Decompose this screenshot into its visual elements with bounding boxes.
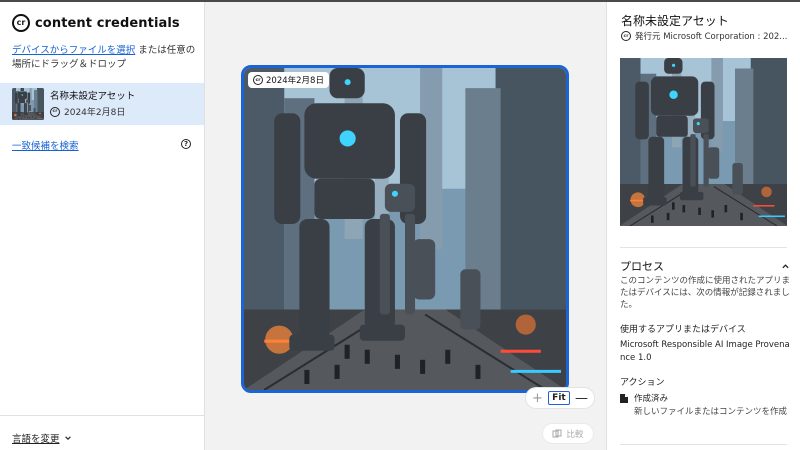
canvas-area: cr 2024年2月8日 + Fit — 比較	[205, 2, 606, 450]
date-badge[interactable]: cr 2024年2月8日	[248, 72, 329, 88]
action-item: 作成済み 新しいファイルまたはコンテンツを作成	[620, 392, 795, 419]
change-language-label: 言語を変更	[12, 434, 60, 445]
select-file-link[interactable]: デバイスからファイルを選択	[12, 45, 135, 56]
asset-preview-image[interactable]: cr 2024年2月8日	[241, 65, 569, 393]
cr-badge-icon: cr	[50, 106, 60, 117]
asset-date: 2024年2月8日	[64, 108, 126, 118]
help-icon[interactable]: ?	[181, 139, 191, 149]
compare-label: 比較	[566, 429, 584, 440]
chevron-up-icon	[782, 263, 789, 268]
zoom-out-button[interactable]: —	[575, 392, 588, 405]
asset-info: 名称未設定アセット cr 2024年2月8日	[50, 90, 135, 118]
chevron-down-icon	[64, 436, 71, 440]
actions-label: アクション	[620, 378, 665, 388]
issuer-row: cr 発行元 Microsoft Corporation : 202...	[621, 30, 793, 42]
zoom-fit-button[interactable]: Fit	[548, 391, 570, 405]
divider	[620, 247, 787, 248]
left-panel: cr content credentials デバイスからファイルを選択 または…	[0, 2, 205, 450]
asset-name: 名称未設定アセット	[50, 91, 136, 102]
asset-date-row: cr 2024年2月8日	[50, 105, 135, 118]
process-description: このコンテンツの作成に使用されたアプリまたはデバイスには、次の情報が記録されまし…	[620, 276, 791, 310]
cr-badge-icon: cr	[621, 31, 631, 41]
robot-city-image	[244, 68, 566, 390]
issuer-text: 発行元 Microsoft Corporation : 202...	[635, 32, 788, 42]
asset-thumbnail	[12, 88, 44, 120]
document-icon	[620, 394, 628, 403]
app-device-label: 使用するアプリまたはデバイス	[620, 325, 746, 335]
search-matches-link[interactable]: 一致候補を検索	[12, 138, 79, 152]
brand-logo[interactable]: cr content credentials	[12, 14, 180, 32]
compare-icon	[552, 429, 562, 437]
zoom-in-button[interactable]: +	[532, 392, 543, 405]
process-section-header[interactable]: プロセス	[620, 258, 790, 274]
details-image	[620, 58, 787, 226]
divider	[0, 415, 204, 416]
brand-name: content credentials	[35, 15, 180, 31]
upload-instructions: デバイスからファイルを選択 または任意の場所にドラッグ＆ドロップ	[12, 44, 197, 72]
action-description: 新しいファイルまたはコンテンツを作成	[634, 407, 788, 417]
action-title: 作成済み	[634, 394, 669, 404]
divider	[620, 444, 787, 445]
compare-button[interactable]: 比較	[543, 424, 593, 443]
change-language-button[interactable]: 言語を変更	[12, 431, 72, 445]
asset-list-item[interactable]: 名称未設定アセット cr 2024年2月8日	[0, 83, 204, 125]
date-badge-text: 2024年2月8日	[266, 76, 324, 86]
app-device-value: Microsoft Responsible AI Image Provenanc…	[620, 340, 790, 363]
details-panel: 名称未設定アセット cr 発行元 Microsoft Corporation :…	[606, 2, 800, 450]
details-title: 名称未設定アセット	[621, 14, 729, 28]
cr-logo-icon: cr	[12, 14, 30, 32]
process-section-title: プロセス	[620, 260, 664, 273]
cr-badge-icon: cr	[253, 75, 263, 85]
zoom-controls: + Fit —	[526, 388, 594, 408]
